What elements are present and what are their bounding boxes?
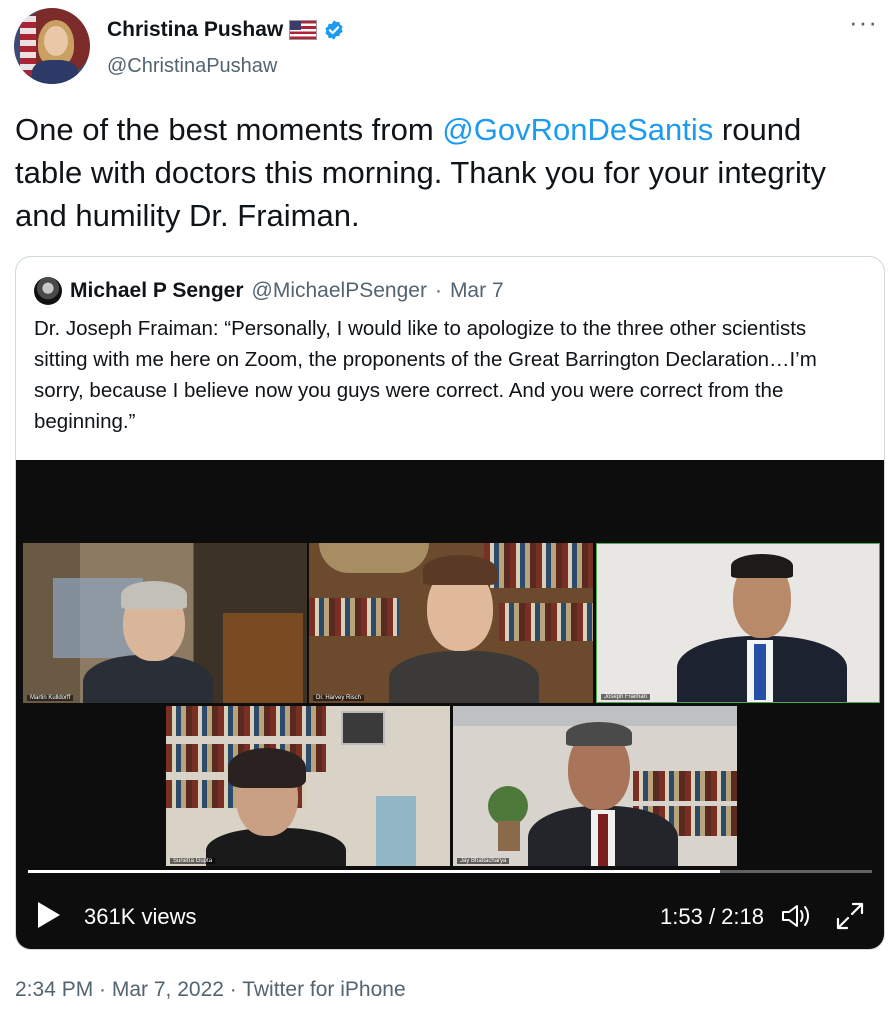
author-handle[interactable]: @ChristinaPushaw bbox=[107, 55, 277, 78]
quoted-date: Mar 7 bbox=[449, 279, 504, 302]
tweet-timestamp[interactable]: 2:34 PM · Mar 7, 2022 · Twitter for iPho… bbox=[15, 978, 406, 1002]
video-controls: 361K views 1:53 / 2:18 bbox=[16, 890, 884, 940]
us-flag-icon bbox=[289, 20, 318, 40]
volume-icon[interactable] bbox=[780, 902, 812, 930]
quoted-tweet-header: Michael P Senger @MichaelPSenger · Mar 7 bbox=[34, 277, 504, 305]
author-avatar[interactable] bbox=[14, 8, 90, 84]
participant-label: Sunetra Gupta bbox=[170, 858, 216, 864]
participant-label: Martin Kulldorff bbox=[27, 695, 74, 701]
author-name-row: Christina Pushaw bbox=[107, 18, 345, 42]
video-time: 1:53 / 2:18 bbox=[660, 904, 764, 929]
more-options-icon[interactable]: ··· bbox=[849, 9, 878, 35]
quoted-separator: · bbox=[434, 279, 442, 302]
zoom-tile-5: Jay Bhattacharya bbox=[453, 706, 737, 866]
zoom-tile-1: Martin Kulldorff bbox=[23, 543, 307, 703]
tweet-text-before: One of the best moments from bbox=[15, 112, 443, 147]
video-player[interactable]: Martin Kulldorff Dr. Harvey Risch Joseph… bbox=[16, 460, 884, 949]
quoted-author-handle: @MichaelPSenger bbox=[251, 279, 427, 302]
quoted-tweet-text: Dr. Joseph Fraiman: “Personally, I would… bbox=[34, 317, 817, 433]
tweet-header: Christina Pushaw @ChristinaPushaw ··· bbox=[14, 8, 884, 88]
participant-label: Jay Bhattacharya bbox=[457, 858, 510, 864]
participant-label: Dr. Harvey Risch bbox=[313, 695, 365, 701]
video-progress-bar[interactable] bbox=[28, 870, 872, 873]
author-display-name[interactable]: Christina Pushaw bbox=[107, 18, 283, 42]
fullscreen-icon[interactable] bbox=[834, 900, 866, 932]
verified-badge-icon bbox=[325, 20, 343, 40]
participant-label: Joseph Fraiman bbox=[601, 694, 651, 700]
play-icon[interactable] bbox=[38, 902, 60, 928]
tweet-text: One of the best moments from @GovRonDeSa… bbox=[15, 108, 875, 237]
video-progress-fill bbox=[28, 870, 721, 873]
zoom-tile-2: Dr. Harvey Risch bbox=[309, 543, 593, 703]
zoom-tile-4: Sunetra Gupta bbox=[166, 706, 450, 866]
quoted-tweet[interactable]: Michael P Senger @MichaelPSenger · Mar 7… bbox=[15, 256, 885, 950]
mention-link[interactable]: @GovRonDeSantis bbox=[442, 112, 713, 147]
quoted-author-avatar bbox=[34, 277, 62, 305]
view-count: 361K views bbox=[84, 904, 197, 929]
zoom-tile-3-active: Joseph Fraiman bbox=[596, 543, 880, 703]
quoted-author-name: Michael P Senger bbox=[70, 279, 244, 302]
